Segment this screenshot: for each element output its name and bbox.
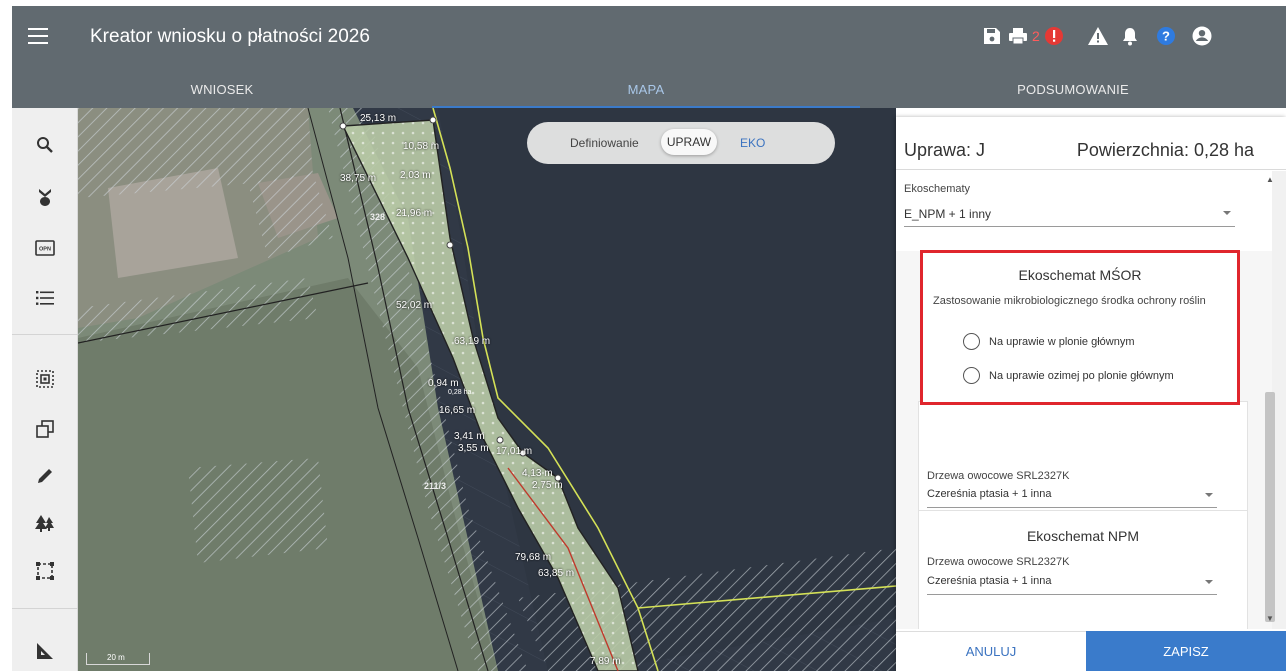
edge-length-label: 63,85 m (538, 568, 575, 579)
trees-select[interactable]: Czereśnia ptasia + 1 inna (927, 484, 1217, 508)
edge-length-label: 3,41 m (454, 431, 485, 442)
pencil-icon[interactable] (32, 463, 58, 489)
edge-length-label: 3,55 m (458, 443, 489, 454)
tab-wniosek[interactable]: WNIOSEK (12, 70, 432, 108)
app-bar: Kreator wniosku o płatności 2026 2 ? (12, 6, 1286, 70)
trees-value: Czereśnia ptasia + 1 inna (927, 488, 1052, 500)
svg-text:OPN: OPN (39, 247, 51, 253)
edge-length-label: 2,03 m (400, 170, 431, 181)
list-icon[interactable] (32, 285, 58, 311)
msor-option-winter-crop-label: Na uprawie ozimej po plonie głównym (989, 370, 1174, 382)
edge-length-label: 21,96 m (396, 208, 433, 219)
app-title: Kreator wniosku o płatności 2026 (90, 26, 370, 47)
scale-bar: 20 m (86, 653, 150, 665)
ecoschemes-label: Ekoschematy (904, 183, 971, 195)
msor-option-main-crop-label: Na uprawie w plonie głównym (989, 336, 1135, 348)
account-icon[interactable] (1190, 24, 1214, 48)
svg-text:?: ? (1162, 29, 1170, 44)
edge-length-label: 52,02 m (396, 300, 433, 311)
npm-trees-label: Drzewa owocowe SRL2327K (927, 556, 1070, 568)
tab-podsumowanie[interactable]: PODSUMOWANIE (860, 70, 1286, 108)
chevron-down-icon (1205, 580, 1213, 584)
copy-icon[interactable] (32, 416, 58, 442)
msor-question: Zastosowanie mikrobiologicznego środka o… (933, 295, 1206, 307)
parcel-number: 328 (370, 212, 386, 222)
msor-option-winter-crop-radio[interactable] (963, 367, 980, 384)
definition-label: Definiowanie (570, 136, 639, 150)
search-icon[interactable] (32, 132, 58, 158)
msor-card: Ekoschemat MŚOR Zastosowanie mikrobiolog… (920, 250, 1240, 405)
panel-footer: ANULUJ ZAPISZ (896, 631, 1286, 671)
area-label: 0,28 ha (448, 389, 472, 396)
msor-title: Ekoschemat MŚOR (1018, 267, 1142, 283)
edge-length-label: 7,89 m (590, 656, 621, 667)
scroll-down-icon[interactable]: ▼ (1266, 614, 1274, 623)
menu-icon[interactable] (28, 28, 48, 44)
edge-length-label: 4,13 m (522, 468, 553, 479)
edge-length-label: 2,75 m (532, 480, 563, 491)
npm-trees-value: Czereśnia ptasia + 1 inna (927, 575, 1052, 587)
npm-card: Ekoschemat NPM Drzewa owocowe SRL2327K C… (918, 510, 1248, 629)
edge-length-label: 63,19 m (454, 336, 491, 347)
edge-length-label: 79,68 m (515, 552, 552, 563)
measure-icon[interactable] (32, 638, 58, 664)
edge-length-label: 0,94 m (428, 378, 459, 389)
trees-label: Drzewa owocowe SRL2327K (927, 470, 1070, 482)
trees-icon[interactable] (32, 510, 58, 536)
npm-title: Ekoschemat NPM (1026, 528, 1140, 544)
select-area-icon[interactable] (32, 366, 58, 392)
edge-length-label: 38,75 m (340, 173, 377, 184)
warning-icon[interactable] (1086, 24, 1110, 48)
definition-eko-button[interactable]: EKO (740, 136, 765, 150)
print-icon[interactable] (1006, 24, 1030, 48)
rectangle-select-icon[interactable] (32, 558, 58, 584)
bell-icon[interactable] (1118, 24, 1142, 48)
map-view (78, 108, 896, 671)
help-icon[interactable]: ? (1154, 24, 1178, 48)
edge-length-label: 10,58 m (403, 141, 440, 152)
error-count: 2 (1032, 28, 1040, 44)
toolbar-divider (12, 608, 78, 609)
ecoschemes-select[interactable]: E_NPM + 1 inny (904, 201, 1235, 227)
definition-upraw-button[interactable]: UPRAW (661, 129, 717, 155)
chevron-down-icon (1205, 493, 1213, 497)
scrollbar-thumb[interactable] (1265, 392, 1275, 622)
crop-title: Uprawa: J (904, 140, 986, 160)
tab-mapa[interactable]: MAPA (432, 70, 860, 108)
map-toolbar: OPN (12, 108, 78, 671)
save-button[interactable]: ZAPISZ (1086, 631, 1286, 671)
edge-length-label: 16,65 m (439, 405, 476, 416)
orthophoto-icon[interactable]: OPN (32, 235, 58, 261)
panel-header: Uprawa: J Powierzchnia: 0,28 ha (896, 117, 1286, 170)
map-canvas[interactable]: 25,13 m 10,58 m 38,75 m 2,03 m 21,96 m 5… (78, 108, 896, 671)
area-title: Powierzchnia: 0,28 ha (1076, 140, 1254, 160)
point-marker-icon[interactable] (32, 184, 58, 210)
error-icon[interactable] (1042, 24, 1066, 48)
scroll-up-icon[interactable]: ▲ (1266, 175, 1274, 184)
toolbar-divider (12, 334, 78, 335)
edge-length-label: 25,13 m (360, 113, 397, 124)
edge-length-label: 17,01 m (496, 446, 533, 457)
msor-option-main-crop-radio[interactable] (963, 333, 980, 350)
chevron-down-icon (1223, 211, 1231, 215)
ecoschemes-value: E_NPM + 1 inny (904, 207, 992, 221)
save-icon[interactable] (980, 24, 1004, 48)
cancel-button[interactable]: ANULUJ (896, 631, 1086, 671)
npm-trees-select[interactable]: Czereśnia ptasia + 1 inna (927, 571, 1217, 595)
parcel-number: 211/3 (424, 481, 447, 491)
tab-bar: WNIOSEK MAPA PODSUMOWANIE (12, 70, 1286, 108)
